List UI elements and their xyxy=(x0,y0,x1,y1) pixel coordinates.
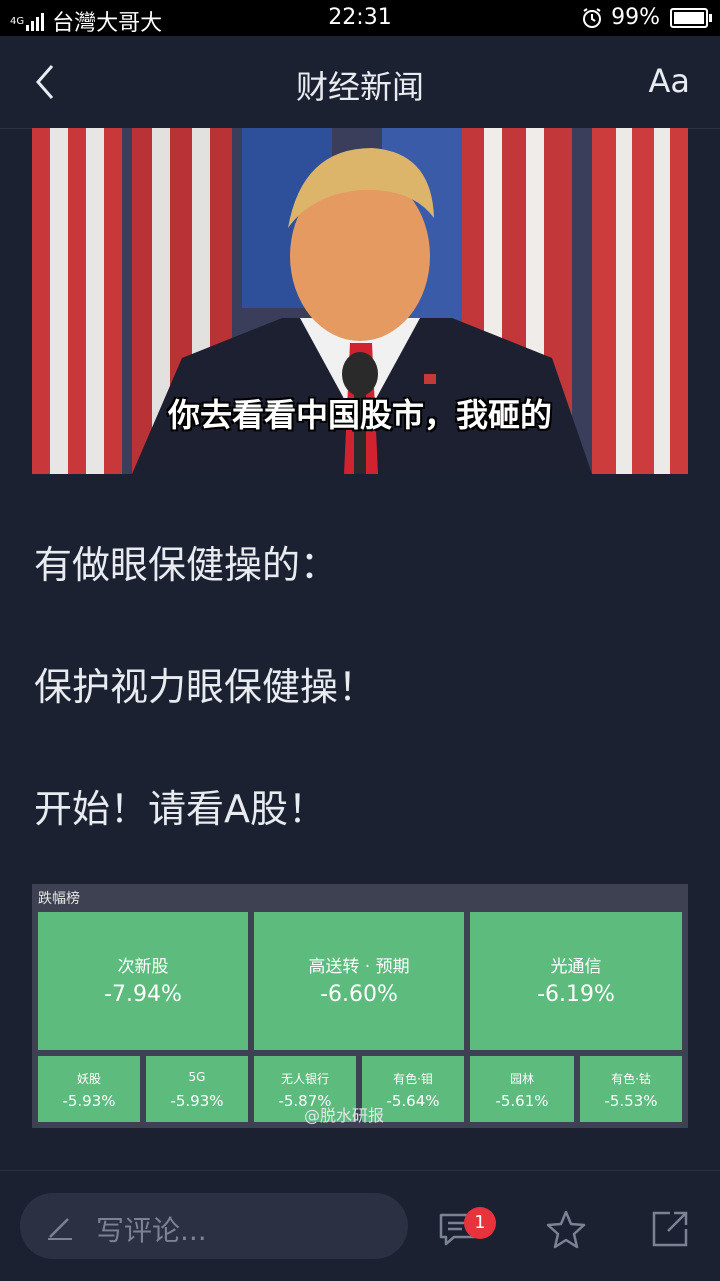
image-caption: 你去看看中国股市，我砸的 xyxy=(167,396,552,434)
article-content: 你去看看中国股市，我砸的 有做眼保健操的： 保护视力眼保健操！ 开始！请看A股！… xyxy=(0,128,720,1170)
tile-value: -7.94% xyxy=(104,982,182,1007)
tile-label: 光通信 xyxy=(550,957,602,977)
page-title: 财经新闻 xyxy=(295,68,424,106)
bottom-bar: 写评论... 1 xyxy=(0,1170,720,1281)
paragraph-1: 有做眼保健操的： xyxy=(34,543,339,587)
battery-fill xyxy=(674,11,704,24)
paragraph-3: 开始！请看A股！ xyxy=(34,787,326,831)
article-image: 你去看看中国股市，我砸的 xyxy=(32,128,688,474)
tile-label: 有色·钼 xyxy=(393,1072,433,1086)
battery-percent: 99% xyxy=(611,5,660,30)
tile-value: -5.93% xyxy=(170,1092,224,1110)
tile-label: 无人银行 xyxy=(280,1072,329,1086)
tile-label: 有色·钴 xyxy=(611,1072,651,1086)
pencil-icon xyxy=(48,1218,72,1240)
tile-1: 高送转 · 预期 -6.60% xyxy=(254,912,464,1050)
heatmap-title: 跌幅榜 xyxy=(38,891,80,907)
tile-label: 5G xyxy=(188,1070,206,1084)
decline-heatmap: 跌幅榜 次新股 -7.94% 高送转 · 预期 -6.60% 光通信 -6.19… xyxy=(32,884,688,1128)
favorite-button[interactable] xyxy=(546,1209,586,1249)
tile-value: -6.19% xyxy=(537,982,615,1007)
tile-value: -5.93% xyxy=(62,1092,116,1110)
battery-icon xyxy=(670,7,712,28)
share-icon xyxy=(652,1211,688,1247)
watermark: @脱水研报 xyxy=(304,1106,385,1125)
share-button[interactable] xyxy=(650,1209,690,1249)
status-bar: 4G 台灣大哥大 22:31 99% xyxy=(0,0,720,36)
nav-bar: 财经新闻 Aa xyxy=(0,36,720,129)
alarm-clock-icon xyxy=(583,7,602,28)
comment-input[interactable]: 写评论... xyxy=(20,1193,408,1259)
tile-3: 妖股 -5.93% xyxy=(38,1056,140,1122)
tile-7: 园林 -5.61% xyxy=(470,1056,574,1122)
comment-placeholder: 写评论... xyxy=(96,1214,207,1247)
tile-value: -6.60% xyxy=(320,982,398,1007)
tile-label: 园林 xyxy=(509,1072,534,1086)
tile-value: -5.61% xyxy=(495,1092,549,1110)
tile-4: 5G -5.93% xyxy=(146,1056,248,1122)
comment-count-badge: 1 xyxy=(464,1207,496,1239)
star-icon xyxy=(546,1210,586,1249)
paragraph-2: 保护视力眼保健操！ xyxy=(34,665,377,709)
tile-value: -5.53% xyxy=(604,1092,658,1110)
tile-2: 光通信 -6.19% xyxy=(470,912,682,1050)
tile-label: 高送转 · 预期 xyxy=(308,957,410,977)
tile-label: 妖股 xyxy=(76,1072,101,1086)
tile-label: 次新股 xyxy=(117,957,169,977)
status-right: 99% xyxy=(581,5,712,30)
font-size-button[interactable]: Aa xyxy=(649,62,691,100)
tile-8: 有色·钴 -5.53% xyxy=(580,1056,682,1122)
tile-0: 次新股 -7.94% xyxy=(38,912,248,1050)
